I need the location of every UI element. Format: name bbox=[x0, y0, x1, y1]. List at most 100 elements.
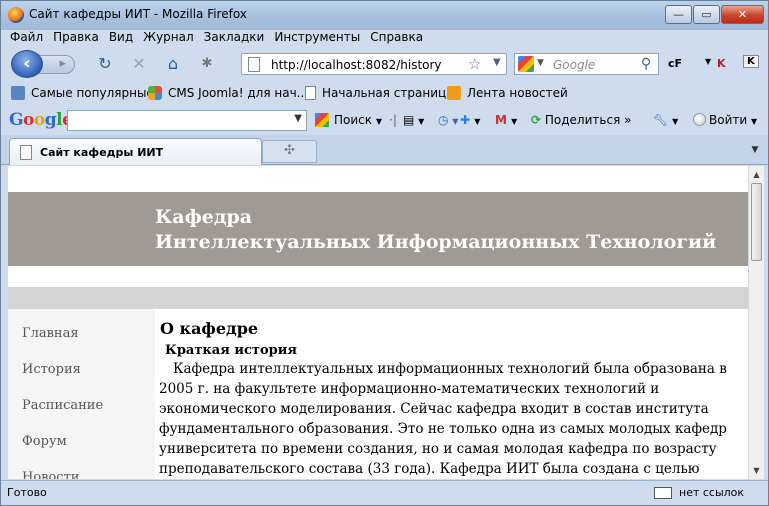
bookmarks-toolbar: Самые популярные CMS Joomla! для нач... … bbox=[1, 81, 768, 105]
nav-link-home[interactable]: Главная bbox=[22, 326, 79, 341]
site-title: Кафедра Интеллектуальных Информационных … bbox=[155, 205, 716, 255]
google-search-input[interactable]: ▼ bbox=[67, 110, 307, 131]
login-label: Войти bbox=[709, 113, 748, 127]
chevron-down-icon: ▼ bbox=[375, 117, 382, 126]
google-toolbar: Google ▼ Поиск ▼ ·| ▤ ▼ ◷ ▼ ✚ ▼ M ▼ ⟳ По… bbox=[1, 105, 768, 135]
site-header: Кафедра Интеллектуальных Информационных … bbox=[8, 192, 748, 266]
chevron-down-icon[interactable]: ▼ bbox=[537, 58, 544, 68]
scroll-thumb[interactable] bbox=[751, 183, 762, 261]
bookmark-news-feed[interactable]: Лента новостей bbox=[447, 86, 568, 100]
search-input[interactable]: Google bbox=[553, 58, 595, 72]
bookmark-star-icon[interactable]: ☆ bbox=[468, 55, 481, 73]
menu-edit[interactable]: Правка bbox=[48, 29, 104, 47]
site-nav: Главная История Расписание Форум Новости bbox=[8, 309, 155, 479]
close-button[interactable]: ✕ bbox=[721, 5, 764, 24]
tab-list-chevron-icon[interactable]: ▼ bbox=[745, 138, 765, 162]
window-title: Сайт кафедры ИИТ - Mozilla Firefox bbox=[29, 7, 247, 21]
bookmark-label: Лента новостей bbox=[467, 86, 568, 100]
status-text: Готово bbox=[7, 486, 47, 499]
title-bar: Сайт кафедры ИИТ - Mozilla Firefox — ▭ ✕ bbox=[1, 1, 768, 30]
menu-bookmarks[interactable]: Закладки bbox=[199, 29, 270, 47]
bookmark-joomla[interactable]: CMS Joomla! для нач... bbox=[148, 86, 308, 100]
page-viewport: Кафедра Интеллектуальных Информационных … bbox=[8, 166, 748, 479]
nav-link-schedule[interactable]: Расписание bbox=[22, 398, 103, 413]
chevron-down-icon[interactable]: ▼ bbox=[493, 57, 501, 68]
stop-icon[interactable]: ✕ bbox=[128, 53, 150, 75]
google-icon bbox=[315, 113, 329, 127]
history-paragraph: Кафедра интеллектуальных информационных … bbox=[159, 361, 727, 477]
site-title-line1: Кафедра bbox=[155, 206, 253, 228]
scroll-down-icon[interactable]: ▼ bbox=[749, 463, 764, 478]
joomla-icon bbox=[148, 86, 162, 100]
toolbar-separator-icon: ·| bbox=[389, 113, 397, 127]
bookmark-most-visited[interactable]: Самые популярные bbox=[11, 86, 154, 100]
bookmark-label: Начальная страница bbox=[322, 86, 454, 100]
browser-window: Сайт кафедры ИИТ - Mozilla Firefox — ▭ ✕… bbox=[0, 0, 769, 506]
google-search-button[interactable]: Поиск ▼ bbox=[315, 113, 382, 127]
addon-icon[interactable]: ✱ bbox=[196, 53, 218, 75]
addon-logo-icon[interactable]: cF bbox=[668, 57, 682, 70]
share-button[interactable]: ⟳ Поделиться » bbox=[531, 113, 631, 127]
status-bar: Готово нет ссылок bbox=[1, 480, 768, 505]
reload-icon[interactable]: ↻ bbox=[94, 53, 116, 75]
site-title-line2: Интеллектуальных Информационных Технолог… bbox=[155, 231, 717, 253]
gmail-icon[interactable]: M ▼ bbox=[495, 113, 517, 127]
back-button[interactable]: ‹ bbox=[11, 50, 43, 78]
menu-history[interactable]: Журнал bbox=[138, 29, 199, 47]
share-label: Поделиться bbox=[544, 113, 621, 127]
maximize-button[interactable]: ▭ bbox=[693, 5, 720, 24]
addon-k2-icon[interactable]: K bbox=[743, 55, 759, 68]
clock-icon[interactable]: ◷ ▼ bbox=[438, 113, 458, 127]
google-logo[interactable]: Google bbox=[9, 110, 73, 130]
address-bar[interactable]: http://localhost:8082/history ☆ ▼ bbox=[241, 53, 507, 75]
share-icon: ⟳ bbox=[531, 113, 542, 127]
page-icon bbox=[20, 145, 32, 160]
wrench-icon[interactable]: 🔧︎ ▼ bbox=[653, 113, 678, 127]
chevron-down-icon[interactable]: ▼ bbox=[294, 113, 302, 124]
login-button[interactable]: Войти ▼ bbox=[693, 113, 757, 127]
site-divider-strip bbox=[8, 287, 748, 309]
nav-link-history[interactable]: История bbox=[22, 362, 81, 377]
bookmark-start-page[interactable]: Начальная страница bbox=[305, 86, 454, 100]
bookmark-label: CMS Joomla! для нач... bbox=[168, 86, 309, 100]
nav-link-news[interactable]: Новости bbox=[22, 470, 79, 479]
search-icon[interactable]: ⚲ bbox=[641, 56, 651, 72]
tab-title: Сайт кафедры ИИТ bbox=[40, 146, 164, 159]
site-main-content: О кафедре Краткая история Кафедра интелл… bbox=[155, 309, 748, 479]
navigation-toolbar: ▸ ‹ ↻ ✕ ⌂ ✱ http://localhost:8082/histor… bbox=[1, 47, 768, 81]
page-icon bbox=[248, 57, 260, 72]
nav-link-forum[interactable]: Форум bbox=[22, 434, 67, 449]
vertical-scrollbar[interactable]: ▲ ▼ bbox=[748, 166, 764, 479]
new-tab-button[interactable]: ✣ bbox=[262, 140, 317, 163]
overflow-chevron-icon: » bbox=[624, 113, 632, 127]
tab-active[interactable]: Сайт кафедры ИИТ bbox=[9, 138, 262, 165]
scroll-up-icon[interactable]: ▲ bbox=[749, 167, 764, 182]
bookmark-label: Самые популярные bbox=[31, 86, 154, 100]
minimize-button[interactable]: — bbox=[665, 5, 692, 24]
links-icon[interactable] bbox=[654, 487, 672, 499]
rss-icon bbox=[447, 86, 461, 100]
menu-bar: Файл Правка Вид Журнал Закладки Инструме… bbox=[1, 29, 768, 47]
forward-button[interactable]: ▸ bbox=[39, 55, 75, 74]
page-heading: О кафедре bbox=[160, 319, 259, 338]
chevron-down-icon[interactable]: ▼ bbox=[705, 57, 711, 66]
menu-tools[interactable]: Инструменты bbox=[269, 29, 365, 47]
pagerank-icon[interactable]: ▤ ▼ bbox=[403, 113, 424, 127]
plus-icon[interactable]: ✚ ▼ bbox=[460, 113, 480, 127]
firefox-icon bbox=[8, 7, 24, 23]
page-icon bbox=[305, 86, 316, 100]
addon-k-icon[interactable]: K bbox=[717, 57, 726, 70]
home-icon[interactable]: ⌂ bbox=[162, 53, 184, 75]
menu-help[interactable]: Справка bbox=[365, 29, 428, 47]
address-url[interactable]: http://localhost:8082/history bbox=[271, 58, 442, 72]
user-icon bbox=[693, 113, 706, 126]
search-bar[interactable]: ▼ Google ⚲ bbox=[514, 53, 659, 75]
smart-folder-icon bbox=[11, 86, 25, 100]
menu-view[interactable]: Вид bbox=[104, 29, 138, 47]
google-engine-icon[interactable] bbox=[518, 56, 534, 72]
menu-file[interactable]: Файл bbox=[5, 29, 48, 47]
links-status: нет ссылок bbox=[679, 486, 745, 499]
chevron-down-icon: ▼ bbox=[751, 117, 758, 126]
tab-strip: Сайт кафедры ИИТ ✣ ▼ bbox=[1, 135, 768, 165]
google-search-label: Поиск bbox=[334, 113, 373, 127]
